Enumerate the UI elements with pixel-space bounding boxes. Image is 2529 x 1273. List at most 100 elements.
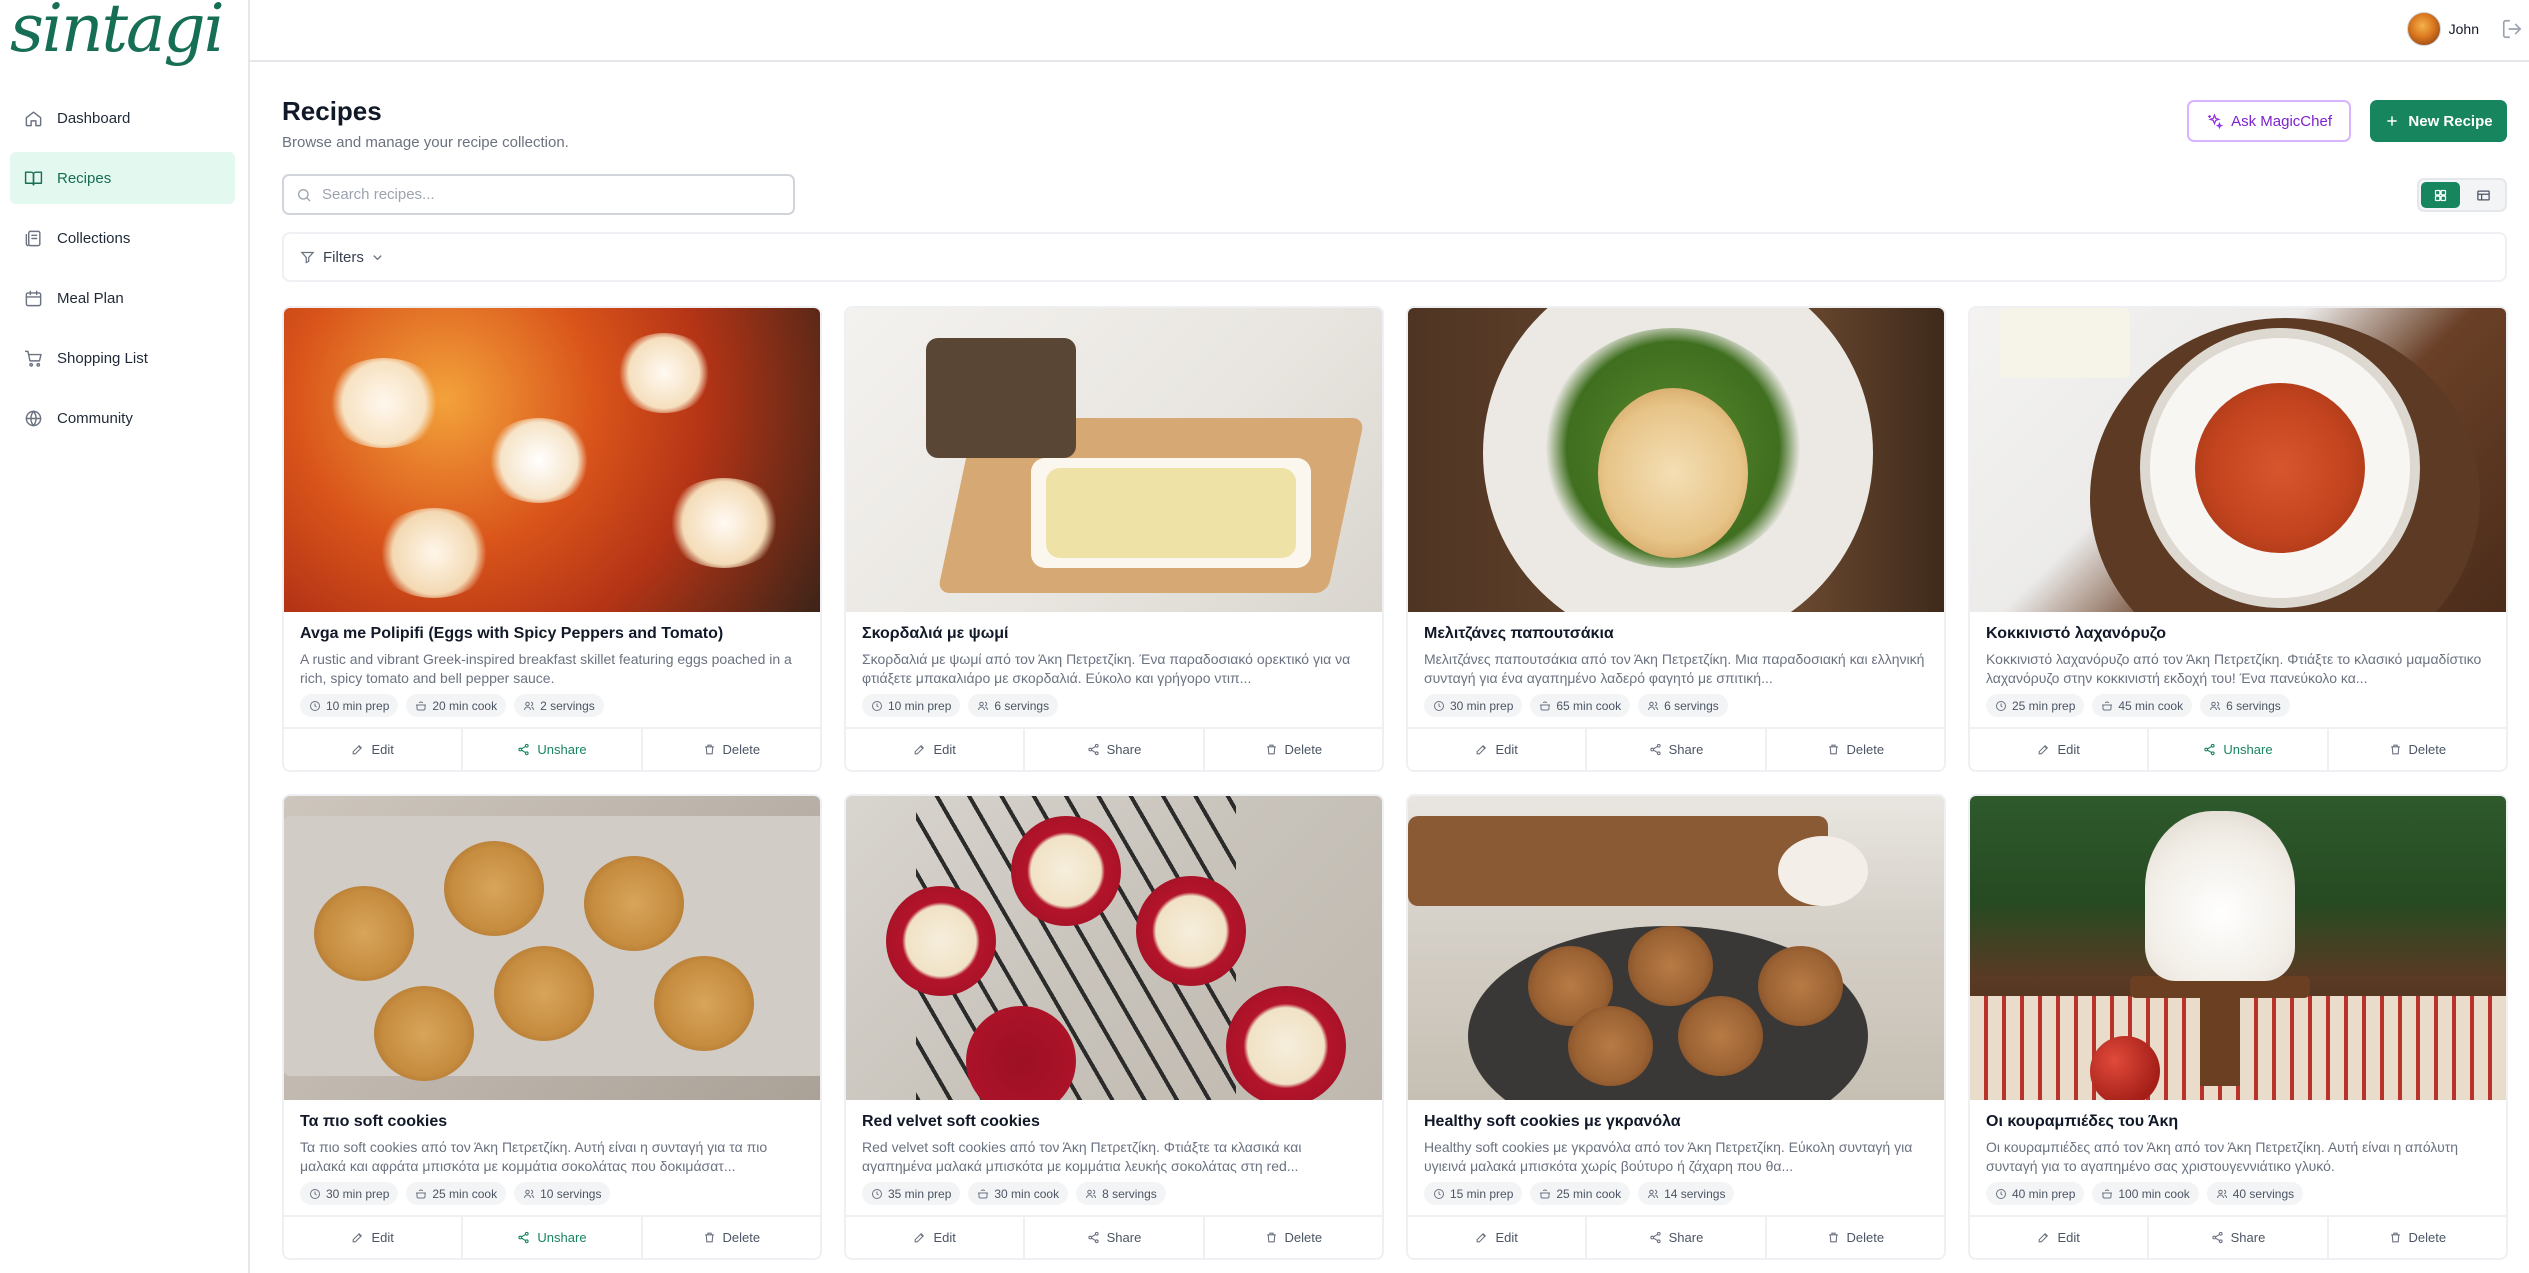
delete-button[interactable]: Delete xyxy=(1767,1217,1944,1258)
delete-button[interactable]: Delete xyxy=(643,1217,820,1258)
meta-text: 10 min prep xyxy=(888,698,952,713)
app-logo[interactable]: sintagi xyxy=(10,0,225,62)
share-button[interactable]: Share xyxy=(1025,1217,1205,1258)
meta-text: 30 min cook xyxy=(994,1186,1060,1201)
meta-pill: 20 min cook xyxy=(406,694,507,717)
sidebar-item-collections[interactable]: Collections xyxy=(10,212,235,264)
recipe-card[interactable]: Healthy soft cookies με γκρανόλα Healthy… xyxy=(1406,794,1946,1260)
logout-button[interactable] xyxy=(2501,18,2523,40)
delete-button[interactable]: Delete xyxy=(2329,1217,2506,1258)
delete-button[interactable]: Delete xyxy=(1205,729,1382,770)
edit-button[interactable]: Edit xyxy=(846,1217,1026,1258)
avatar[interactable] xyxy=(2406,12,2441,46)
recipe-image[interactable] xyxy=(846,308,1382,612)
action-label: Edit xyxy=(933,1230,956,1245)
recipe-image[interactable] xyxy=(846,796,1382,1100)
recipe-image[interactable] xyxy=(1408,308,1944,612)
meta-text: 15 min prep xyxy=(1450,1186,1514,1201)
edit-button[interactable]: Edit xyxy=(1408,1217,1588,1258)
recipe-title[interactable]: Red velvet soft cookies xyxy=(862,1112,1366,1132)
edit-button[interactable]: Edit xyxy=(1970,1217,2150,1258)
meta-text: 35 min prep xyxy=(888,1186,952,1201)
edit-button[interactable]: Edit xyxy=(846,729,1026,770)
filters-label: Filters xyxy=(323,248,364,266)
table-view-button[interactable] xyxy=(2464,182,2503,208)
sidebar-item-dashboard[interactable]: Dashboard xyxy=(10,92,235,144)
recipe-title[interactable]: Σκορδαλιά με ψωμί xyxy=(862,624,1366,644)
search-input[interactable] xyxy=(322,186,782,203)
new-recipe-button[interactable]: New Recipe xyxy=(2370,100,2507,142)
recipe-image[interactable] xyxy=(284,796,820,1100)
recipe-title[interactable]: Avga me Polipifi (Eggs with Spicy Pepper… xyxy=(300,624,804,644)
edit-button[interactable]: Edit xyxy=(1408,729,1588,770)
sidebar-item-recipes[interactable]: Recipes xyxy=(10,152,235,204)
recipe-title[interactable]: Οι κουραμπιέδες του Άκη xyxy=(1986,1112,2490,1132)
recipe-card[interactable]: Μελιτζάνες παπουτσάκια Μελιτζάνες παπουτ… xyxy=(1406,306,1946,772)
recipe-actions: Edit Share Delete xyxy=(1408,727,1944,770)
recipe-card-body: Red velvet soft cookies Red velvet soft … xyxy=(846,1100,1382,1217)
recipe-title[interactable]: Κοκκινιστό λαχανόρυζο xyxy=(1986,624,2490,644)
sidebar-item-community[interactable]: Community xyxy=(10,392,235,444)
recipe-card[interactable]: Σκορδαλιά με ψωμί Σκορδαλιά με ψωμί από … xyxy=(844,306,1384,772)
user-menu[interactable]: John xyxy=(2406,12,2479,46)
meta-pill: 6 servings xyxy=(1638,694,1728,717)
unshare-button[interactable]: Unshare xyxy=(463,1217,643,1258)
recipe-title[interactable]: Μελιτζάνες παπουτσάκια xyxy=(1424,624,1928,644)
search-icon xyxy=(298,188,311,201)
search-box[interactable] xyxy=(282,174,795,215)
share-button[interactable]: Share xyxy=(2149,1217,2329,1258)
edit-icon xyxy=(913,743,926,756)
sidebar-item-label: Meal Plan xyxy=(57,289,124,307)
unshare-button[interactable]: Unshare xyxy=(463,729,643,770)
recipe-image[interactable] xyxy=(1970,308,2506,612)
meta-pill: 2 servings xyxy=(514,694,604,717)
cooking-pot-icon xyxy=(415,1188,427,1200)
trash-icon xyxy=(2389,1231,2402,1244)
ask-magicchef-button[interactable]: Ask MagicChef xyxy=(2187,100,2351,142)
share-button[interactable]: Share xyxy=(1025,729,1205,770)
edit-button[interactable]: Edit xyxy=(284,1217,464,1258)
recipe-image[interactable] xyxy=(1408,796,1944,1100)
recipe-actions: Edit Unshare Delete xyxy=(1970,727,2506,770)
recipe-title[interactable]: Healthy soft cookies με γκρανόλα xyxy=(1424,1112,1928,1132)
delete-button[interactable]: Delete xyxy=(1767,729,1944,770)
recipe-card[interactable]: Avga me Polipifi (Eggs with Spicy Pepper… xyxy=(282,306,822,772)
recipe-actions: Edit Unshare Delete xyxy=(284,1215,820,1258)
recipe-description: Μελιτζάνες παπουτσάκια από τον Άκη Πετρε… xyxy=(1424,651,1925,686)
servings-icon xyxy=(1647,1188,1659,1200)
delete-button[interactable]: Delete xyxy=(2329,729,2506,770)
edit-button[interactable]: Edit xyxy=(284,729,464,770)
share-button[interactable]: Share xyxy=(1587,1217,1767,1258)
recipe-image[interactable] xyxy=(1970,796,2506,1100)
recipe-card[interactable]: Κοκκινιστό λαχανόρυζο Κοκκινιστό λαχανόρ… xyxy=(1968,306,2508,772)
clock-icon xyxy=(1995,1188,2007,1200)
sidebar-item-shopping-list[interactable]: Shopping List xyxy=(10,332,235,384)
recipe-card[interactable]: Οι κουραμπιέδες του Άκη Οι κουραμπιέδες … xyxy=(1968,794,2508,1260)
meta-pill: 25 min prep xyxy=(1986,694,2085,717)
grid-icon xyxy=(2434,189,2447,201)
recipe-image[interactable] xyxy=(284,308,820,612)
recipe-card[interactable]: Red velvet soft cookies Red velvet soft … xyxy=(844,794,1384,1260)
filters-bar[interactable]: Filters xyxy=(282,232,2507,282)
home-icon xyxy=(25,110,42,126)
meta-pill: 25 min cook xyxy=(406,1182,507,1205)
recipe-card[interactable]: Τα πιο soft cookies Τα πιο soft cookies … xyxy=(282,794,822,1260)
meta-pill: 10 servings xyxy=(514,1182,611,1205)
meta-text: 6 servings xyxy=(994,698,1050,713)
edit-button[interactable]: Edit xyxy=(1970,729,2150,770)
meta-text: 14 servings xyxy=(1664,1186,1726,1201)
unshare-button[interactable]: Unshare xyxy=(2149,729,2329,770)
view-toggle xyxy=(2417,178,2507,212)
recipe-meta: 40 min prep 100 min cook 40 servings xyxy=(1986,1182,2490,1205)
action-label: Edit xyxy=(2057,1230,2080,1245)
sidebar-item-meal-plan[interactable]: Meal Plan xyxy=(10,272,235,324)
meta-text: 6 servings xyxy=(1664,698,1719,713)
ask-magicchef-label: Ask MagicChef xyxy=(2231,112,2332,130)
grid-view-button[interactable] xyxy=(2421,182,2460,208)
share-button[interactable]: Share xyxy=(1587,729,1767,770)
delete-button[interactable]: Delete xyxy=(1205,1217,1382,1258)
recipe-title[interactable]: Τα πιο soft cookies xyxy=(300,1112,804,1132)
share-icon xyxy=(2211,1231,2224,1244)
user-name: John xyxy=(2448,21,2479,37)
delete-button[interactable]: Delete xyxy=(643,729,820,770)
